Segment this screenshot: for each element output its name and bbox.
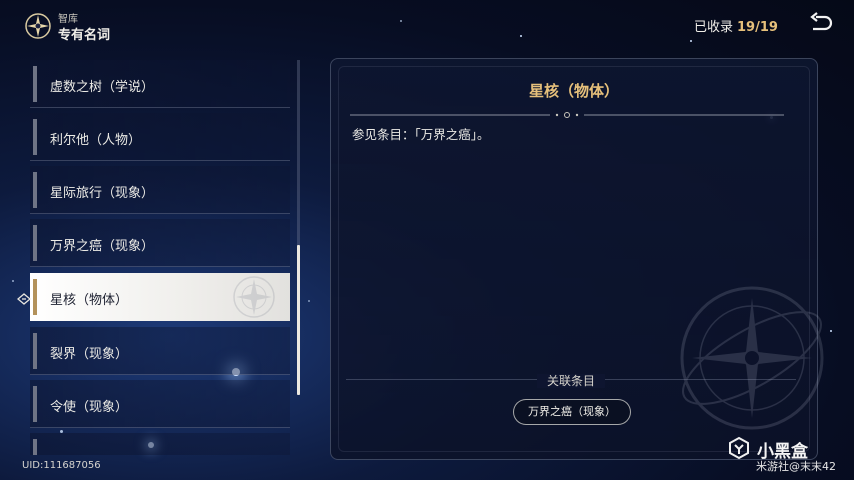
list-item[interactable]: 裂界（现象） [30, 327, 290, 375]
return-arrow-icon[interactable] [808, 12, 834, 36]
list-item-label: 令使（现象） [50, 400, 129, 415]
collected-count: 19/19 [737, 20, 778, 35]
related-heading-label: 关联条目 [536, 374, 605, 388]
uid-label: UID:111687056 [22, 460, 101, 471]
list-item[interactable]: 利尔他（人物） [30, 113, 290, 161]
item-bar [33, 386, 37, 422]
list-item-label: 虚数之树（学说） [50, 80, 155, 95]
item-bar [33, 439, 37, 455]
list-item-selected[interactable]: 星核（物体） [30, 273, 290, 321]
item-bar [33, 279, 37, 315]
detail-title: 星核（物体） [528, 82, 619, 100]
item-bar [33, 225, 37, 261]
item-bar [33, 333, 37, 369]
related-entry-button[interactable]: 万界之癌（现象） [513, 399, 631, 425]
item-bar [33, 172, 37, 208]
list-item[interactable]: 虚数之树（学说） [30, 60, 290, 108]
term-list: 虚数之树（学说） 利尔他（人物） 星际旅行（现象） 万界之癌（现象） 星核（物体… [30, 60, 292, 455]
list-item-label: 裂界（现象） [50, 347, 129, 362]
emblem-icon [233, 276, 275, 318]
watermark-user: 米游社@末末42 [756, 460, 836, 473]
list-item-label: 星核（物体） [50, 293, 129, 308]
list-item-label: 利尔他（人物） [50, 133, 142, 148]
collected-label: 已收录 [694, 20, 734, 35]
heybox-logo-icon [729, 436, 749, 460]
item-bar [33, 66, 37, 102]
collection-counter: 已收录 19/19 [694, 16, 778, 35]
item-bar [33, 119, 37, 155]
list-item[interactable]: 令使（现象） [30, 380, 290, 428]
diamond-arrow-icon [17, 293, 31, 305]
compass-watermark-icon [680, 286, 824, 430]
title-divider [350, 112, 784, 118]
list-item-label: 星际旅行（现象） [50, 186, 155, 201]
list-item-partial[interactable] [30, 433, 290, 455]
compass-star-icon [25, 13, 51, 39]
list-item[interactable]: 星际旅行（现象） [30, 166, 290, 214]
related-heading: 关联条目 [330, 372, 812, 389]
page-title: 专有名词 [58, 28, 111, 43]
detail-body: 参见条目：「万界之癌」。 [352, 127, 490, 142]
list-item[interactable]: 万界之癌（现象） [30, 219, 290, 267]
list-item-label: 万界之癌（现象） [50, 239, 155, 254]
scrollbar-thumb[interactable] [297, 245, 300, 395]
section-label: 智库 [58, 14, 78, 25]
